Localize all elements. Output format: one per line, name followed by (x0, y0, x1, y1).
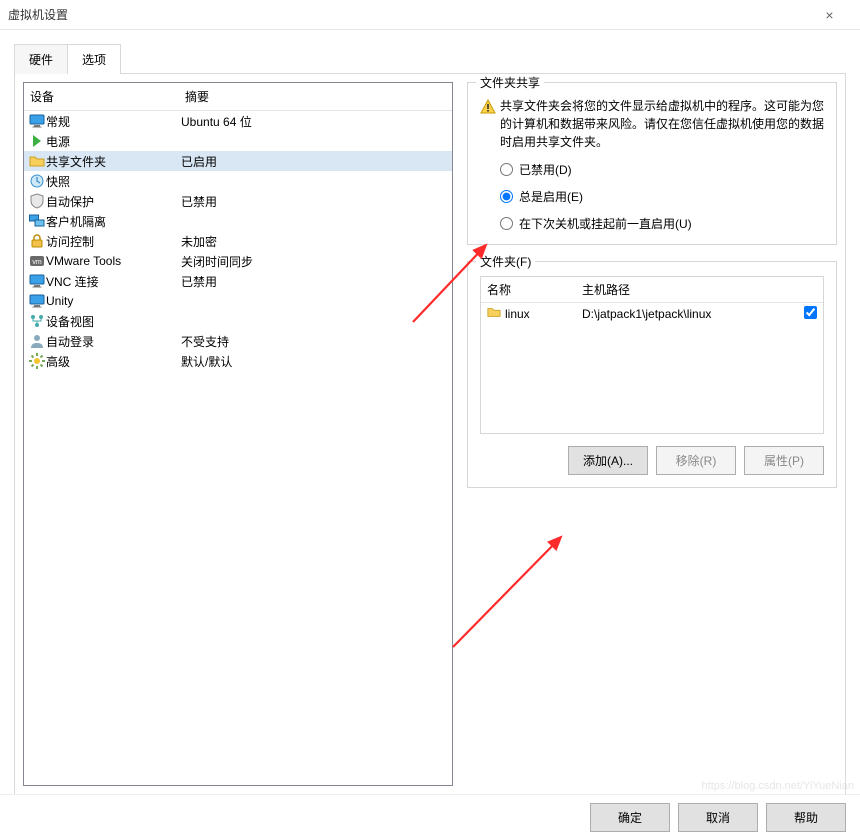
device-name: 高级 (46, 353, 181, 370)
tab-strip: 硬件 选项 (14, 44, 846, 74)
schema-icon (28, 313, 46, 329)
device-row[interactable]: 电源 (24, 131, 452, 151)
device-name: 自动保护 (46, 193, 181, 210)
device-list-header: 设备 摘要 (24, 83, 452, 111)
device-row[interactable]: Unity (24, 291, 452, 311)
device-summary: 不受支持 (181, 333, 448, 350)
device-name: 访问控制 (46, 233, 181, 250)
radio-until-label: 在下次关机或挂起前一直启用(U) (519, 215, 692, 232)
share-group: 文件夹共享 共享文件夹会将您的文件显示给虚拟机中的程序。这可能为您的计算机和数据… (467, 82, 837, 245)
folders-legend: 文件夹(F) (476, 253, 535, 270)
radio-always-input[interactable] (500, 190, 513, 203)
close-button[interactable]: × (807, 0, 852, 30)
folder-path: D:\jatpack1\jetpack\linux (582, 307, 797, 321)
add-button[interactable]: 添加(A)... (568, 446, 648, 475)
device-row[interactable]: 常规Ubuntu 64 位 (24, 111, 452, 131)
power-icon (28, 133, 46, 149)
properties-button[interactable]: 属性(P) (744, 446, 824, 475)
device-name: VNC 连接 (46, 273, 181, 290)
device-summary: 已启用 (181, 153, 448, 170)
monitor-icon (28, 273, 46, 289)
device-name: 常规 (46, 113, 181, 130)
device-row[interactable]: VNC 连接已禁用 (24, 271, 452, 291)
radio-until-input[interactable] (500, 217, 513, 230)
device-summary: 未加密 (181, 233, 448, 250)
gear-icon (28, 353, 46, 369)
titlebar: 虚拟机设置 × (0, 0, 860, 30)
radio-disabled-input[interactable] (500, 163, 513, 176)
device-summary: 默认/默认 (181, 353, 448, 370)
user-icon (28, 333, 46, 349)
ok-button[interactable]: 确定 (590, 803, 670, 832)
device-row[interactable]: 快照 (24, 171, 452, 191)
radio-until-off[interactable]: 在下次关机或挂起前一直启用(U) (480, 215, 824, 232)
right-pane: 文件夹共享 共享文件夹会将您的文件显示给虚拟机中的程序。这可能为您的计算机和数据… (453, 82, 837, 786)
device-row[interactable]: VMware Tools关闭时间同步 (24, 251, 452, 271)
watermark: https://blog.csdn.net/YiYueNian (702, 780, 854, 792)
device-summary: 已禁用 (181, 273, 448, 290)
device-name: 客户机隔离 (46, 213, 181, 230)
device-row[interactable]: 高级默认/默认 (24, 351, 452, 371)
device-row[interactable]: 客户机隔离 (24, 211, 452, 231)
radio-always-label: 总是启用(E) (519, 188, 583, 205)
device-name: VMware Tools (46, 254, 181, 268)
folders-header: 名称 主机路径 (481, 277, 823, 303)
warning-icon (480, 97, 500, 151)
folders-group: 文件夹(F) 名称 主机路径 linuxD:\jatpack1\jetpack\… (467, 261, 837, 488)
tab-options[interactable]: 选项 (67, 44, 121, 74)
displays-icon (28, 213, 46, 229)
window-title: 虚拟机设置 (8, 6, 807, 23)
folders-list: 名称 主机路径 linuxD:\jatpack1\jetpack\linux (480, 276, 824, 434)
device-name: 共享文件夹 (46, 153, 181, 170)
lock-icon (28, 233, 46, 249)
vmw-icon (28, 253, 46, 269)
device-name: 自动登录 (46, 333, 181, 350)
panel: 设备 摘要 常规Ubuntu 64 位电源共享文件夹已启用快照自动保护已禁用客户… (14, 73, 846, 795)
radio-disabled-label: 已禁用(D) (519, 161, 572, 178)
folder-icon (28, 153, 46, 169)
annotation-arrow-2 (443, 527, 573, 660)
device-row[interactable]: 设备视图 (24, 311, 452, 331)
col-summary: 摘要 (185, 88, 446, 105)
shield-icon (28, 193, 46, 209)
tab-hardware[interactable]: 硬件 (14, 44, 68, 74)
monitor-icon (28, 293, 46, 309)
remove-button[interactable]: 移除(R) (656, 446, 736, 475)
folder-row[interactable]: linuxD:\jatpack1\jetpack\linux (481, 303, 823, 324)
device-name: 设备视图 (46, 313, 181, 330)
help-button[interactable]: 帮助 (766, 803, 846, 832)
monitor-icon (28, 113, 46, 129)
device-name: 快照 (46, 173, 181, 190)
radio-always[interactable]: 总是启用(E) (480, 188, 824, 205)
cancel-button[interactable]: 取消 (678, 803, 758, 832)
device-row[interactable]: 自动登录不受支持 (24, 331, 452, 351)
share-warning: 共享文件夹会将您的文件显示给虚拟机中的程序。这可能为您的计算机和数据带来风险。请… (500, 97, 824, 151)
share-legend: 文件夹共享 (476, 74, 544, 91)
folder-enabled-check[interactable] (797, 306, 817, 322)
device-summary: 已禁用 (181, 193, 448, 210)
device-summary: Ubuntu 64 位 (181, 113, 448, 130)
footer-bar: 确定 取消 帮助 (0, 794, 860, 840)
device-row[interactable]: 访问控制未加密 (24, 231, 452, 251)
folder-name: linux (505, 307, 582, 321)
device-name: Unity (46, 294, 181, 308)
device-summary: 关闭时间同步 (181, 253, 448, 270)
col-folder-name: 名称 (487, 281, 582, 298)
clock-icon (28, 173, 46, 189)
folder-icon (487, 305, 505, 322)
col-device: 设备 (30, 88, 185, 105)
device-name: 电源 (46, 133, 181, 150)
col-folder-path: 主机路径 (582, 281, 817, 298)
device-list: 设备 摘要 常规Ubuntu 64 位电源共享文件夹已启用快照自动保护已禁用客户… (23, 82, 453, 786)
device-row[interactable]: 自动保护已禁用 (24, 191, 452, 211)
radio-disabled[interactable]: 已禁用(D) (480, 161, 824, 178)
device-row[interactable]: 共享文件夹已启用 (24, 151, 452, 171)
